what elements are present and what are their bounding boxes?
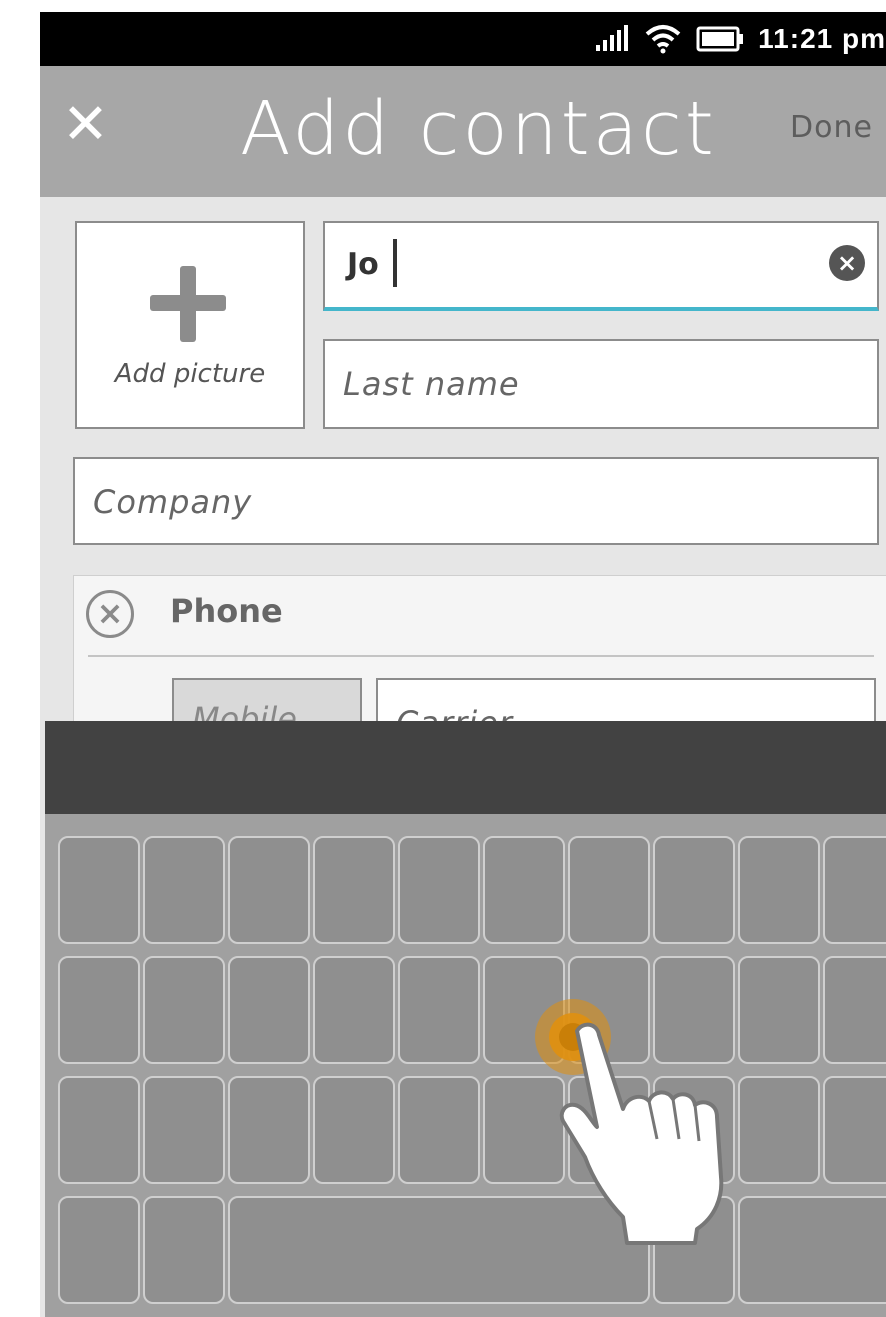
keyboard-key[interactable] — [143, 1196, 225, 1304]
keyboard-key[interactable] — [738, 836, 820, 944]
keyboard-key[interactable] — [398, 1076, 480, 1184]
keyboard-key[interactable] — [653, 836, 735, 944]
keyboard-key[interactable] — [58, 1076, 140, 1184]
last-name-field[interactable]: Last name — [323, 339, 879, 429]
company-field[interactable]: Company — [73, 457, 879, 545]
keyboard-key[interactable] — [483, 836, 565, 944]
keyboard-key[interactable] — [823, 956, 886, 1064]
keyboard-key[interactable] — [568, 836, 650, 944]
clear-icon[interactable]: × — [829, 245, 865, 281]
keyboard-key[interactable] — [738, 1076, 820, 1184]
company-placeholder: Company — [93, 483, 253, 521]
wifi-icon — [645, 25, 681, 54]
status-icons: 11:21 pm — [594, 12, 886, 66]
status-time: 11:21 pm — [758, 23, 886, 54]
keyboard — [45, 814, 886, 1317]
remove-icon[interactable]: × — [86, 590, 134, 638]
add-picture-button[interactable]: Add picture — [75, 221, 305, 429]
first-name-field[interactable]: Jo × — [323, 221, 879, 311]
phone-screen: 11:21 pm ✕ Add contact Done Add picture … — [40, 12, 886, 1317]
keyboard-key[interactable] — [143, 836, 225, 944]
keyboard-key[interactable] — [738, 956, 820, 1064]
phone-section-label: Phone — [170, 592, 283, 630]
keyboard-key[interactable] — [58, 956, 140, 1064]
keyboard-key[interactable] — [313, 836, 395, 944]
status-bar: 11:21 pm — [40, 12, 886, 66]
divider — [88, 655, 874, 657]
keyboard-key[interactable] — [398, 956, 480, 1064]
keyboard-key[interactable] — [823, 836, 886, 944]
keyboard-key[interactable] — [823, 1076, 886, 1184]
app-header: ✕ Add contact Done — [40, 66, 886, 197]
keyboard-suggestion-bar — [45, 721, 886, 814]
battery-icon — [696, 26, 744, 52]
keyboard-key[interactable] — [58, 836, 140, 944]
keyboard-key[interactable] — [228, 1076, 310, 1184]
keyboard-key[interactable] — [228, 836, 310, 944]
text-caret — [393, 239, 397, 287]
keyboard-key[interactable] — [143, 1076, 225, 1184]
plus-icon-bar — [150, 295, 226, 311]
keyboard-key[interactable] — [228, 956, 310, 1064]
keyboard-key[interactable] — [313, 956, 395, 1064]
last-name-placeholder: Last name — [343, 365, 520, 403]
keyboard-key[interactable] — [398, 836, 480, 944]
add-picture-label: Add picture — [114, 359, 266, 389]
contact-form: Add picture Jo × Last name Company × Pho… — [40, 197, 886, 775]
keyboard-key[interactable] — [738, 1196, 886, 1304]
pointing-hand-icon — [559, 1022, 724, 1245]
done-button[interactable]: Done — [790, 110, 873, 145]
keyboard-key[interactable] — [58, 1196, 140, 1304]
keyboard-key[interactable] — [313, 1076, 395, 1184]
first-name-value: Jo — [347, 247, 379, 282]
close-icon[interactable]: ✕ — [62, 90, 122, 160]
keyboard-key[interactable] — [143, 956, 225, 1064]
page-title: Add contact — [240, 86, 717, 172]
signal-icon — [596, 25, 629, 51]
